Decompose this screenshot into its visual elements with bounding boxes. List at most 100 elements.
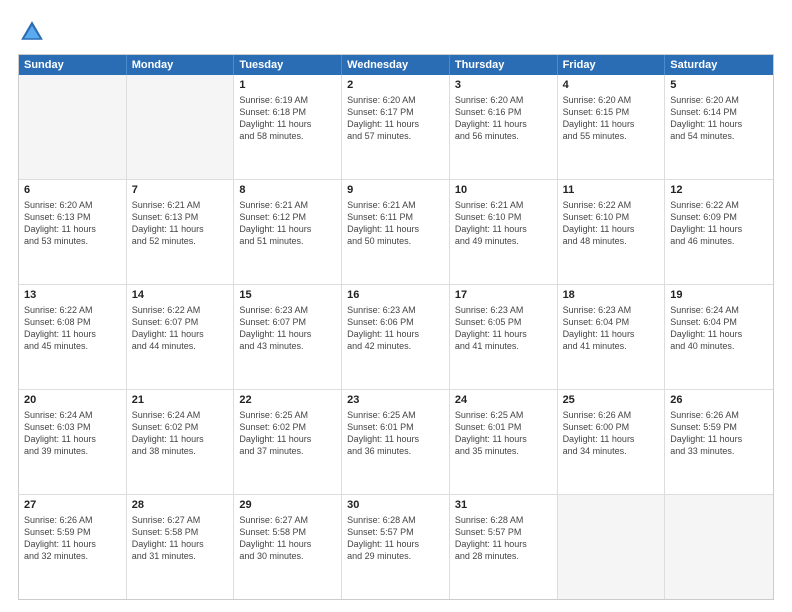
cell-line-4: and 29 minutes.: [347, 550, 444, 562]
cell-line-1: Sunrise: 6:20 AM: [563, 94, 660, 106]
cell-line-2: Sunset: 5:58 PM: [239, 526, 336, 538]
day-cell-empty: [19, 75, 127, 179]
cell-line-4: and 40 minutes.: [670, 340, 768, 352]
cell-line-4: and 37 minutes.: [239, 445, 336, 457]
cell-line-3: Daylight: 11 hours: [347, 538, 444, 550]
day-number: 29: [239, 498, 336, 513]
cell-line-2: Sunset: 6:03 PM: [24, 421, 121, 433]
cell-line-4: and 42 minutes.: [347, 340, 444, 352]
day-number: 18: [563, 288, 660, 303]
cell-line-4: and 58 minutes.: [239, 130, 336, 142]
day-number: 10: [455, 183, 552, 198]
cell-line-1: Sunrise: 6:21 AM: [239, 199, 336, 211]
cell-line-2: Sunset: 6:00 PM: [563, 421, 660, 433]
cell-line-1: Sunrise: 6:24 AM: [132, 409, 229, 421]
cell-line-1: Sunrise: 6:22 AM: [563, 199, 660, 211]
cell-line-2: Sunset: 6:17 PM: [347, 106, 444, 118]
cell-line-2: Sunset: 6:07 PM: [239, 316, 336, 328]
cell-line-1: Sunrise: 6:25 AM: [239, 409, 336, 421]
cell-line-1: Sunrise: 6:23 AM: [455, 304, 552, 316]
cell-line-4: and 31 minutes.: [132, 550, 229, 562]
cell-line-3: Daylight: 11 hours: [347, 328, 444, 340]
cell-line-4: and 41 minutes.: [563, 340, 660, 352]
header-day-friday: Friday: [558, 55, 666, 75]
day-cell-3: 3Sunrise: 6:20 AMSunset: 6:16 PMDaylight…: [450, 75, 558, 179]
week-row-1: 1Sunrise: 6:19 AMSunset: 6:18 PMDaylight…: [19, 75, 773, 180]
cell-line-4: and 56 minutes.: [455, 130, 552, 142]
cell-line-2: Sunset: 6:16 PM: [455, 106, 552, 118]
day-number: 31: [455, 498, 552, 513]
cell-line-3: Daylight: 11 hours: [455, 118, 552, 130]
cell-line-3: Daylight: 11 hours: [239, 118, 336, 130]
day-number: 11: [563, 183, 660, 198]
day-number: 2: [347, 78, 444, 93]
cell-line-1: Sunrise: 6:21 AM: [347, 199, 444, 211]
day-number: 22: [239, 393, 336, 408]
day-cell-31: 31Sunrise: 6:28 AMSunset: 5:57 PMDayligh…: [450, 495, 558, 599]
day-cell-19: 19Sunrise: 6:24 AMSunset: 6:04 PMDayligh…: [665, 285, 773, 389]
day-number: 6: [24, 183, 121, 198]
calendar-body: 1Sunrise: 6:19 AMSunset: 6:18 PMDaylight…: [19, 75, 773, 599]
day-number: 25: [563, 393, 660, 408]
cell-line-4: and 36 minutes.: [347, 445, 444, 457]
cell-line-1: Sunrise: 6:27 AM: [132, 514, 229, 526]
day-cell-8: 8Sunrise: 6:21 AMSunset: 6:12 PMDaylight…: [234, 180, 342, 284]
day-cell-11: 11Sunrise: 6:22 AMSunset: 6:10 PMDayligh…: [558, 180, 666, 284]
day-cell-12: 12Sunrise: 6:22 AMSunset: 6:09 PMDayligh…: [665, 180, 773, 284]
cell-line-3: Daylight: 11 hours: [455, 538, 552, 550]
day-cell-6: 6Sunrise: 6:20 AMSunset: 6:13 PMDaylight…: [19, 180, 127, 284]
header-day-wednesday: Wednesday: [342, 55, 450, 75]
calendar: SundayMondayTuesdayWednesdayThursdayFrid…: [18, 54, 774, 600]
cell-line-2: Sunset: 6:01 PM: [455, 421, 552, 433]
day-cell-7: 7Sunrise: 6:21 AMSunset: 6:13 PMDaylight…: [127, 180, 235, 284]
week-row-3: 13Sunrise: 6:22 AMSunset: 6:08 PMDayligh…: [19, 285, 773, 390]
day-number: 1: [239, 78, 336, 93]
cell-line-2: Sunset: 6:14 PM: [670, 106, 768, 118]
day-cell-9: 9Sunrise: 6:21 AMSunset: 6:11 PMDaylight…: [342, 180, 450, 284]
cell-line-2: Sunset: 6:11 PM: [347, 211, 444, 223]
cell-line-1: Sunrise: 6:20 AM: [670, 94, 768, 106]
cell-line-4: and 48 minutes.: [563, 235, 660, 247]
cell-line-3: Daylight: 11 hours: [239, 433, 336, 445]
day-number: 16: [347, 288, 444, 303]
cell-line-4: and 54 minutes.: [670, 130, 768, 142]
day-cell-14: 14Sunrise: 6:22 AMSunset: 6:07 PMDayligh…: [127, 285, 235, 389]
page: SundayMondayTuesdayWednesdayThursdayFrid…: [0, 0, 792, 612]
day-cell-empty: [665, 495, 773, 599]
cell-line-2: Sunset: 6:02 PM: [239, 421, 336, 433]
cell-line-2: Sunset: 6:12 PM: [239, 211, 336, 223]
cell-line-3: Daylight: 11 hours: [132, 328, 229, 340]
day-cell-2: 2Sunrise: 6:20 AMSunset: 6:17 PMDaylight…: [342, 75, 450, 179]
day-number: 7: [132, 183, 229, 198]
cell-line-2: Sunset: 6:08 PM: [24, 316, 121, 328]
cell-line-2: Sunset: 6:10 PM: [455, 211, 552, 223]
cell-line-1: Sunrise: 6:28 AM: [347, 514, 444, 526]
cell-line-1: Sunrise: 6:27 AM: [239, 514, 336, 526]
day-cell-5: 5Sunrise: 6:20 AMSunset: 6:14 PMDaylight…: [665, 75, 773, 179]
cell-line-2: Sunset: 6:02 PM: [132, 421, 229, 433]
cell-line-4: and 30 minutes.: [239, 550, 336, 562]
day-cell-4: 4Sunrise: 6:20 AMSunset: 6:15 PMDaylight…: [558, 75, 666, 179]
day-cell-1: 1Sunrise: 6:19 AMSunset: 6:18 PMDaylight…: [234, 75, 342, 179]
cell-line-2: Sunset: 6:13 PM: [132, 211, 229, 223]
day-cell-30: 30Sunrise: 6:28 AMSunset: 5:57 PMDayligh…: [342, 495, 450, 599]
cell-line-4: and 35 minutes.: [455, 445, 552, 457]
cell-line-4: and 39 minutes.: [24, 445, 121, 457]
logo-icon: [18, 18, 46, 46]
day-cell-15: 15Sunrise: 6:23 AMSunset: 6:07 PMDayligh…: [234, 285, 342, 389]
cell-line-2: Sunset: 6:07 PM: [132, 316, 229, 328]
cell-line-4: and 51 minutes.: [239, 235, 336, 247]
day-number: 30: [347, 498, 444, 513]
cell-line-2: Sunset: 6:06 PM: [347, 316, 444, 328]
cell-line-2: Sunset: 5:58 PM: [132, 526, 229, 538]
day-number: 15: [239, 288, 336, 303]
cell-line-1: Sunrise: 6:26 AM: [563, 409, 660, 421]
cell-line-3: Daylight: 11 hours: [670, 328, 768, 340]
cell-line-1: Sunrise: 6:21 AM: [455, 199, 552, 211]
cell-line-4: and 57 minutes.: [347, 130, 444, 142]
cell-line-2: Sunset: 6:10 PM: [563, 211, 660, 223]
cell-line-3: Daylight: 11 hours: [24, 328, 121, 340]
cell-line-2: Sunset: 5:59 PM: [670, 421, 768, 433]
cell-line-3: Daylight: 11 hours: [563, 118, 660, 130]
cell-line-4: and 46 minutes.: [670, 235, 768, 247]
